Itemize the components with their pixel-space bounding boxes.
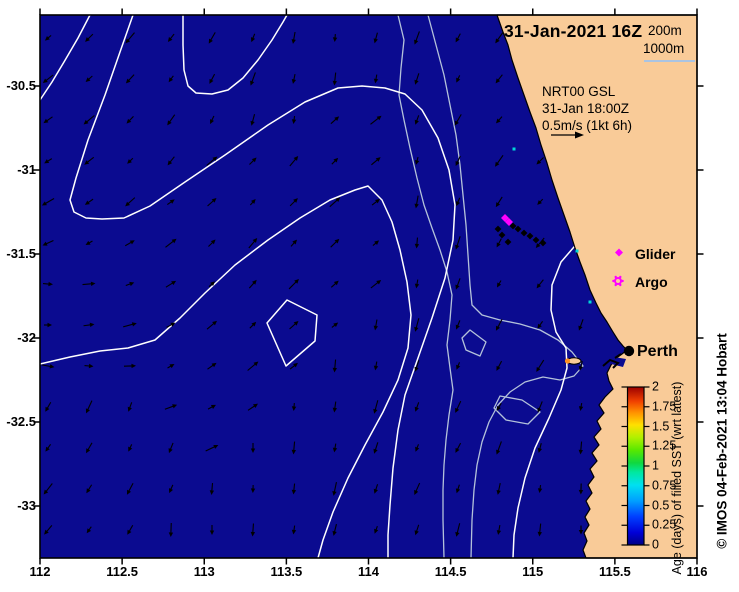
map-canvas: [33, 8, 704, 565]
x-tick-label: 113.5: [270, 564, 303, 579]
colorbar-tick-label: 2: [652, 379, 659, 394]
colorbar-tick-label: 1.75: [652, 399, 677, 414]
annotation-speed-scale: 0.5m/s (1kt 6h): [542, 118, 633, 133]
perth-city-dot: [623, 345, 635, 357]
y-tick-label: -31: [17, 162, 36, 177]
copyright-notice: © IMOS 04-Feb-2021 13:04 Hobart: [714, 333, 730, 549]
island-age-dot: [564, 358, 571, 364]
colorbar: [626, 386, 645, 546]
legend-glider-label: Glider: [635, 246, 676, 262]
y-tick-label: -33: [17, 498, 36, 513]
x-tick-label: 112.5: [106, 564, 139, 579]
legend-argo-label: Argo: [635, 274, 668, 290]
colorbar-tick-label: 0.75: [652, 478, 677, 493]
x-tick-label: 114.5: [434, 564, 467, 579]
y-tick-label: -31.5: [6, 246, 36, 261]
x-tick-label: 112: [29, 564, 51, 579]
sst-age-map-figure: 31-Jan-2021 16Z 200m 1000m NRT00 GSL 31-…: [0, 0, 739, 592]
x-tick-label: 115.5: [598, 564, 631, 579]
x-tick-label: 115: [522, 564, 544, 579]
colorbar-tick-label: 1: [652, 458, 659, 473]
annotation-valid-time: 31-Jan 18:00Z: [542, 101, 630, 116]
map-title: 31-Jan-2021 16Z: [504, 21, 643, 41]
colorbar-tick-label: 1.25: [652, 438, 677, 453]
colorbar-tick-label: 0.25: [652, 517, 677, 532]
y-tick-label: -30.5: [6, 78, 36, 93]
x-tick-label: 116: [686, 564, 708, 579]
depth-legend-1000m: 1000m: [643, 41, 685, 56]
colorbar-tick-label: 0.5: [652, 498, 670, 513]
annotation-model: NRT00 GSL: [542, 84, 616, 99]
x-tick-label: 114: [358, 564, 379, 579]
perth-label: Perth: [637, 343, 678, 360]
colorbar-tick-label: 0: [652, 537, 659, 552]
depth-legend-200m: 200m: [648, 23, 682, 38]
y-tick-label: -32: [17, 330, 36, 345]
x-tick-label: 113: [193, 564, 215, 579]
colorbar-tick-label: 1.5: [652, 419, 670, 434]
y-tick-label: -32.5: [6, 414, 36, 429]
